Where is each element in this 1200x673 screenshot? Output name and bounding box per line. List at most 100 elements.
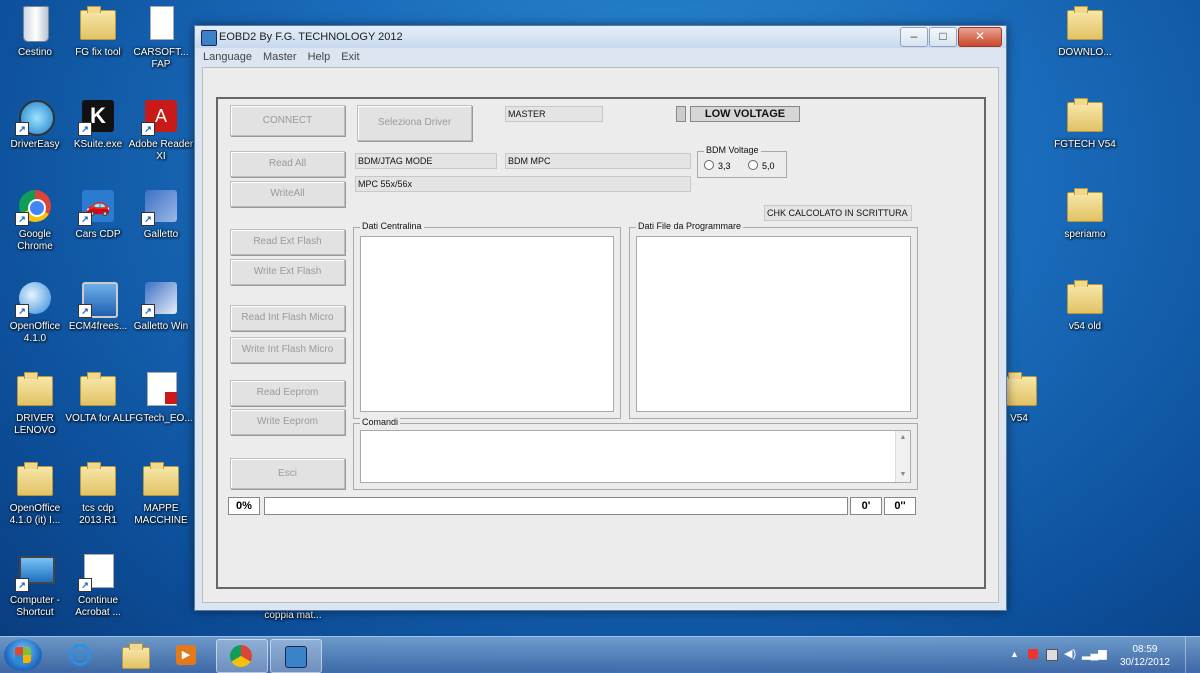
taskbar-internet-explorer[interactable]: e bbox=[56, 639, 106, 671]
window-titlebar[interactable]: EOBD2 By F.G. TECHNOLOGY 2012 – □ ✕ bbox=[195, 26, 1006, 48]
folder-icon bbox=[122, 643, 150, 669]
read-ext-flash-button[interactable]: Read Ext Flash bbox=[230, 229, 345, 255]
desktop-icon-google-chrome[interactable]: ↗ Google Chrome bbox=[0, 186, 70, 270]
radio-icon bbox=[704, 160, 714, 170]
desktop-icon-label: DRIVER LENOVO bbox=[14, 413, 56, 436]
mpc-model-field: MPC 55x/56x bbox=[355, 176, 691, 192]
desktop-icon-label: FG fix tool bbox=[75, 47, 121, 58]
menu-exit[interactable]: Exit bbox=[341, 48, 359, 66]
folder-icon bbox=[1067, 98, 1103, 132]
desktop-icon-downloads[interactable]: DOWNLO... bbox=[1050, 4, 1120, 88]
document-icon bbox=[150, 6, 174, 40]
scroll-down-icon[interactable]: ▼ bbox=[896, 468, 910, 482]
shortcut-arrow-icon: ↗ bbox=[78, 212, 92, 226]
chrome-icon bbox=[230, 645, 252, 667]
shortcut-arrow-icon: ↗ bbox=[15, 122, 29, 136]
read-int-flash-button[interactable]: Read Int Flash Micro bbox=[230, 305, 345, 331]
desktop-icon-fg-fix-tool[interactable]: FG fix tool bbox=[63, 4, 133, 88]
comandi-title: Comandi bbox=[360, 417, 401, 427]
taskbar: e ▶ ▲ ◀) ▂▄▆ 08:59 30/12/2012 bbox=[0, 636, 1200, 673]
desktop-icon-label: FGTECH V54 bbox=[1054, 139, 1116, 150]
desktop-icon-label: Google Chrome bbox=[17, 229, 53, 252]
comandi-textarea[interactable]: ▲ ▼ bbox=[360, 430, 911, 483]
dati-centralina-textarea[interactable] bbox=[360, 236, 614, 412]
folder-icon bbox=[1067, 188, 1103, 222]
desktop-icon-label: coppia mat... bbox=[264, 610, 322, 621]
tray-flag-icon[interactable] bbox=[1028, 649, 1038, 659]
desktop-icon-label: DOWNLO... bbox=[1058, 47, 1112, 58]
desktop-icon-driver-lenovo[interactable]: DRIVER LENOVO bbox=[0, 370, 70, 454]
read-eeprom-button[interactable]: Read Eeprom bbox=[230, 380, 345, 406]
desktop-icon-ksuite[interactable]: K ↗ KSuite.exe bbox=[63, 96, 133, 180]
desktop-icon-drivereasy[interactable]: ↗ DriverEasy bbox=[0, 96, 70, 180]
read-all-button[interactable]: Read All bbox=[230, 151, 345, 177]
taskbar-eobd2[interactable] bbox=[270, 639, 322, 673]
menu-master[interactable]: Master bbox=[263, 48, 297, 66]
shortcut-arrow-icon: ↗ bbox=[78, 578, 92, 592]
maximize-button[interactable]: □ bbox=[929, 27, 957, 47]
taskbar-chrome[interactable] bbox=[216, 639, 268, 673]
shortcut-arrow-icon: ↗ bbox=[141, 212, 155, 226]
desktop-icon-v54-old[interactable]: v54 old bbox=[1050, 278, 1120, 362]
voltage-option-label: 5,0 bbox=[762, 161, 775, 171]
desktop-icon-label: KSuite.exe bbox=[73, 139, 123, 150]
desktop-icon-openoffice-it[interactable]: OpenOffice 4.1.0 (it) I... bbox=[0, 460, 70, 544]
desktop-icon-carsoft-fap[interactable]: CARSOFT... FAP bbox=[126, 4, 196, 88]
desktop-icon-fgtech-pdf[interactable]: FGTech_EO... bbox=[126, 370, 196, 454]
taskbar-media-player[interactable]: ▶ bbox=[162, 639, 212, 671]
folder-icon bbox=[143, 462, 179, 496]
desktop-icon-tcs-cdp[interactable]: tcs cdp 2013.R1 bbox=[63, 460, 133, 544]
taskbar-clock[interactable]: 08:59 30/12/2012 bbox=[1120, 643, 1170, 669]
recycle-bin-icon bbox=[23, 6, 49, 42]
show-desktop-button[interactable] bbox=[1185, 637, 1200, 673]
dati-file-textarea[interactable] bbox=[636, 236, 911, 412]
elapsed-minutes: 0' bbox=[850, 497, 882, 515]
write-eeprom-button[interactable]: Write Eeprom bbox=[230, 409, 345, 435]
clock-time: 08:59 bbox=[1132, 644, 1158, 655]
dati-centralina-title: Dati Centralina bbox=[360, 221, 424, 231]
desktop-icon-continue-acrobat[interactable]: ↗ Continue Acrobat ... bbox=[63, 552, 133, 636]
minimize-button[interactable]: – bbox=[900, 27, 928, 47]
folder-icon bbox=[17, 372, 53, 406]
desktop-icon-cestino[interactable]: Cestino bbox=[0, 4, 70, 88]
write-ext-flash-button[interactable]: Write Ext Flash bbox=[230, 259, 345, 285]
desktop-icon-openoffice[interactable]: ↗ OpenOffice 4.1.0 bbox=[0, 278, 70, 362]
voltage-option-5-0[interactable]: 5,0 bbox=[748, 160, 775, 171]
desktop-icon-galletto[interactable]: ↗ Galletto bbox=[126, 186, 196, 270]
desktop-icon-label: DriverEasy bbox=[10, 139, 60, 150]
desktop-icon-mappe-macchine[interactable]: MAPPE MACCHINE bbox=[126, 460, 196, 544]
write-int-flash-button[interactable]: Write Int Flash Micro bbox=[230, 337, 345, 363]
esci-button[interactable]: Esci bbox=[230, 458, 345, 489]
scroll-up-icon[interactable]: ▲ bbox=[896, 431, 910, 445]
desktop-icon-fgtech-v54[interactable]: FGTECH V54 bbox=[1050, 96, 1120, 180]
desktop-icon-ecm4free[interactable]: ↗ ECM4frees... bbox=[63, 278, 133, 362]
menu-help[interactable]: Help bbox=[308, 48, 331, 66]
connect-button[interactable]: CONNECT bbox=[230, 105, 345, 136]
shortcut-arrow-icon: ↗ bbox=[15, 578, 29, 592]
desktop-icon-label: OpenOffice 4.1.0 (it) I... bbox=[9, 503, 61, 526]
clock-date: 30/12/2012 bbox=[1119, 657, 1170, 668]
write-all-button[interactable]: WriteAll bbox=[230, 181, 345, 207]
desktop-icon-label: Continue Acrobat ... bbox=[75, 595, 121, 618]
desktop-icon-cars-cdp[interactable]: 🚗 ↗ Cars CDP bbox=[63, 186, 133, 270]
desktop-icon-galletto-win[interactable]: ↗ Galletto Win bbox=[126, 278, 196, 362]
tray-volume-icon[interactable]: ◀) bbox=[1064, 647, 1076, 660]
desktop-icon-adobe-reader[interactable]: A ↗ Adobe Reader XI bbox=[126, 96, 196, 180]
menu-language[interactable]: Language bbox=[203, 48, 252, 66]
seleziona-driver-button[interactable]: Seleziona Driver bbox=[357, 105, 472, 141]
close-button[interactable]: ✕ bbox=[958, 27, 1002, 47]
desktop-icon-volta-for-all[interactable]: VOLTA for ALL bbox=[63, 370, 133, 454]
dati-centralina-group: Dati Centralina bbox=[353, 221, 621, 419]
tray-network-icon[interactable] bbox=[1046, 649, 1058, 661]
desktop-icon-speriamo[interactable]: speriamo bbox=[1050, 186, 1120, 270]
tray-signal-icon[interactable]: ▂▄▆ bbox=[1082, 647, 1107, 660]
tray-expand-icon[interactable]: ▲ bbox=[1010, 649, 1019, 659]
desktop-icon-label: speriamo bbox=[1064, 229, 1106, 240]
progress-bar bbox=[264, 497, 848, 515]
voltage-option-3-3[interactable]: 3,3 bbox=[704, 160, 731, 171]
desktop-icon-computer[interactable]: ↗ Computer - Shortcut bbox=[0, 552, 70, 636]
taskbar-explorer[interactable] bbox=[110, 639, 160, 671]
start-button[interactable] bbox=[4, 639, 42, 671]
elapsed-seconds: 0'' bbox=[884, 497, 916, 515]
comandi-scrollbar[interactable]: ▲ ▼ bbox=[895, 431, 910, 482]
